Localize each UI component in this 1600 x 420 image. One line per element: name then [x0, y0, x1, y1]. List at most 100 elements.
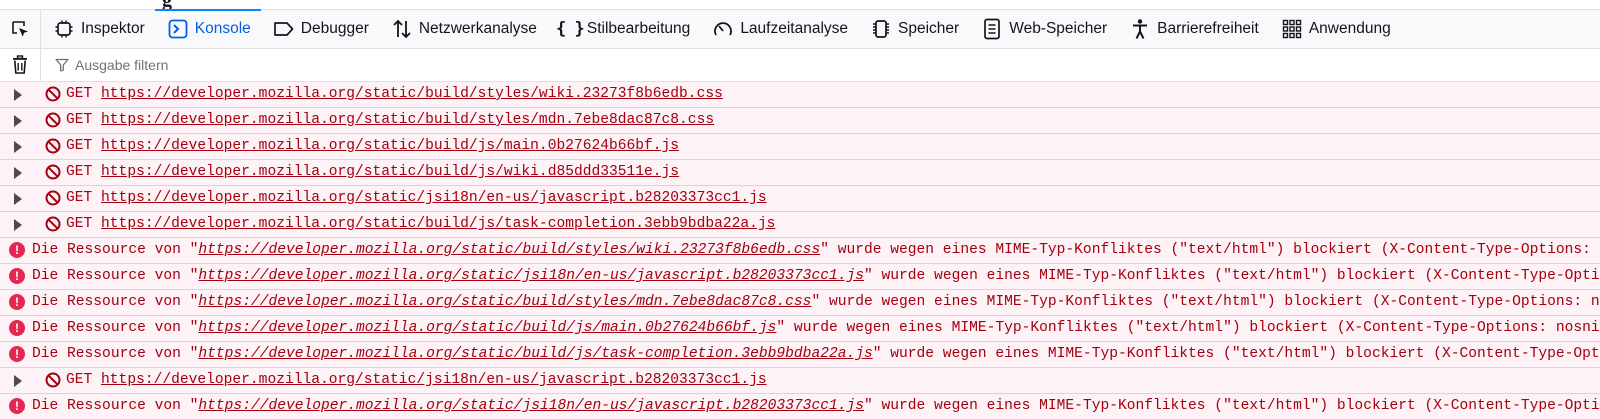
message-prefix: Die Ressource von " — [32, 294, 199, 310]
resource-url-link[interactable]: https://developer.mozilla.org/static/bui… — [198, 242, 820, 258]
message-suffix: " wurde wegen eines MIME-Typ-Konfliktes … — [872, 346, 1600, 362]
tab-debugger[interactable]: Debugger — [261, 10, 379, 48]
blocked-icon — [45, 86, 61, 107]
console-icon — [167, 18, 189, 40]
expand-triangle-icon[interactable] — [14, 193, 22, 205]
error-text: Die Ressource von "https://developer.moz… — [32, 398, 1600, 415]
network-request-row: GET https://developer.mozilla.org/static… — [0, 368, 1600, 394]
request-method: GET — [66, 112, 93, 128]
tab-konsole[interactable]: Konsole — [154, 9, 261, 48]
tab-label: Web-Speicher — [1009, 20, 1108, 37]
request-url-link[interactable]: https://developer.mozilla.org/static/jsi… — [101, 372, 767, 388]
error-message-row: ! Die Ressource von "https://developer.mo… — [0, 394, 1600, 420]
tab-label: Barrierefreiheit — [1157, 20, 1259, 37]
request-url-link[interactable]: https://developer.mozilla.org/static/bui… — [101, 112, 714, 128]
request-text: GET https://developer.mozilla.org/static… — [66, 216, 775, 233]
tab-label: Laufzeitanalyse — [740, 20, 849, 37]
tab-barrierefreiheit[interactable]: Barrierefreiheit — [1117, 10, 1269, 48]
debugger-icon — [273, 18, 295, 40]
filter-output-input[interactable]: Ausgabe filtern — [55, 57, 168, 73]
request-text: GET https://developer.mozilla.org/static… — [66, 138, 679, 155]
request-url-link[interactable]: https://developer.mozilla.org/static/bui… — [101, 164, 679, 180]
request-method: GET — [66, 138, 93, 154]
error-text: Die Ressource von "https://developer.moz… — [32, 294, 1600, 311]
clear-console-button[interactable] — [0, 49, 41, 81]
message-suffix: " wurde wegen eines MIME-Typ-Konfliktes … — [776, 320, 1600, 336]
message-prefix: Die Ressource von " — [32, 320, 199, 336]
request-url-link[interactable]: https://developer.mozilla.org/static/bui… — [101, 216, 775, 232]
tab-label: Speicher — [898, 20, 960, 37]
blocked-icon — [45, 112, 61, 133]
blocked-icon — [45, 372, 61, 393]
resource-url-link[interactable]: https://developer.mozilla.org/static/jsi… — [198, 398, 864, 414]
tab-inspektor[interactable]: Inspektor — [41, 10, 155, 48]
expand-triangle-icon[interactable] — [14, 115, 22, 127]
expand-triangle-icon[interactable] — [14, 141, 22, 153]
grid-application-icon — [1281, 18, 1303, 40]
request-url-link[interactable]: https://developer.mozilla.org/static/jsi… — [101, 190, 767, 206]
request-text: GET https://developer.mozilla.org/static… — [66, 372, 767, 389]
error-message-row: ! Die Ressource von "https://developer.mo… — [0, 238, 1600, 264]
resource-url-link[interactable]: https://developer.mozilla.org/static/jsi… — [198, 268, 864, 284]
request-method: GET — [66, 216, 93, 232]
expand-triangle-icon[interactable] — [14, 219, 22, 231]
network-request-row: GET https://developer.mozilla.org/static… — [0, 134, 1600, 160]
error-text: Die Ressource von "https://developer.moz… — [32, 346, 1600, 363]
resource-url-link[interactable]: https://developer.mozilla.org/static/bui… — [198, 346, 872, 362]
tab-anwendung[interactable]: Anwendung — [1269, 10, 1401, 48]
error-message-row: ! Die Ressource von "https://developer.mo… — [0, 316, 1600, 342]
message-suffix: " wurde wegen eines MIME-Typ-Konfliktes … — [864, 268, 1600, 284]
request-method: GET — [66, 190, 93, 206]
tab-label: Konsole — [194, 20, 251, 37]
accessibility-person-icon — [1129, 18, 1151, 40]
tab-label: Stilbearbeitung — [586, 20, 691, 37]
request-text: GET https://developer.mozilla.org/static… — [66, 164, 679, 181]
error-text: Die Ressource von "https://developer.moz… — [32, 320, 1600, 337]
network-arrows-icon — [391, 18, 413, 40]
message-suffix: " wurde wegen eines MIME-Typ-Konfliktes … — [864, 398, 1600, 414]
network-request-row: GET https://developer.mozilla.org/static… — [0, 186, 1600, 212]
request-method: GET — [66, 164, 93, 180]
tab-laufzeitanalyse[interactable]: Laufzeitanalyse — [700, 10, 858, 48]
element-picker-button[interactable] — [0, 10, 41, 48]
resource-url-link[interactable]: https://developer.mozilla.org/static/bui… — [198, 294, 811, 310]
tab-label: Inspektor — [81, 20, 145, 37]
tab-speicher[interactable]: Speicher — [858, 10, 969, 48]
expand-triangle-icon[interactable] — [14, 167, 22, 179]
expand-triangle-icon[interactable] — [14, 375, 22, 387]
error-text: Die Ressource von "https://developer.moz… — [32, 268, 1600, 285]
network-request-row: GET https://developer.mozilla.org/static… — [0, 108, 1600, 134]
resource-url-link[interactable]: https://developer.mozilla.org/static/bui… — [198, 320, 776, 336]
network-request-row: GET https://developer.mozilla.org/static… — [0, 160, 1600, 186]
error-icon: ! — [9, 268, 25, 284]
tab-netzwerkanalyse[interactable]: Netzwerkanalyse — [379, 10, 547, 48]
error-text: Die Ressource von "https://developer.moz… — [32, 242, 1600, 259]
console-output: GET https://developer.mozilla.org/static… — [0, 82, 1600, 420]
blocked-icon — [45, 216, 61, 237]
blocked-icon — [45, 190, 61, 211]
request-text: GET https://developer.mozilla.org/static… — [66, 112, 714, 129]
error-icon: ! — [9, 398, 25, 414]
console-filter-bar: Ausgabe filtern — [0, 49, 1600, 82]
tab-label: Debugger — [300, 20, 369, 37]
memory-chip-icon — [870, 18, 892, 40]
request-method: GET — [66, 86, 93, 102]
error-icon: ! — [9, 242, 25, 258]
element-picker-icon — [12, 21, 28, 37]
error-icon: ! — [9, 294, 25, 310]
request-url-link[interactable]: https://developer.mozilla.org/static/bui… — [101, 138, 679, 154]
blocked-icon — [45, 164, 61, 185]
tab-web-speicher[interactable]: Web-Speicher — [969, 10, 1117, 48]
filter-funnel-icon — [55, 58, 69, 72]
tab-stilbearbeitung[interactable]: { } Stilbearbeitung — [547, 10, 700, 48]
request-url-link[interactable]: https://developer.mozilla.org/static/bui… — [101, 86, 723, 102]
expand-triangle-icon[interactable] — [14, 89, 22, 101]
message-prefix: Die Ressource von " — [32, 242, 199, 258]
inspector-icon — [53, 18, 75, 40]
error-message-row: ! Die Ressource von "https://developer.mo… — [0, 264, 1600, 290]
network-request-row: GET https://developer.mozilla.org/static… — [0, 82, 1600, 108]
message-prefix: Die Ressource von " — [32, 268, 199, 284]
filter-placeholder: Ausgabe filtern — [75, 57, 169, 73]
trash-icon — [13, 55, 27, 74]
tab-label: Anwendung — [1308, 20, 1391, 37]
